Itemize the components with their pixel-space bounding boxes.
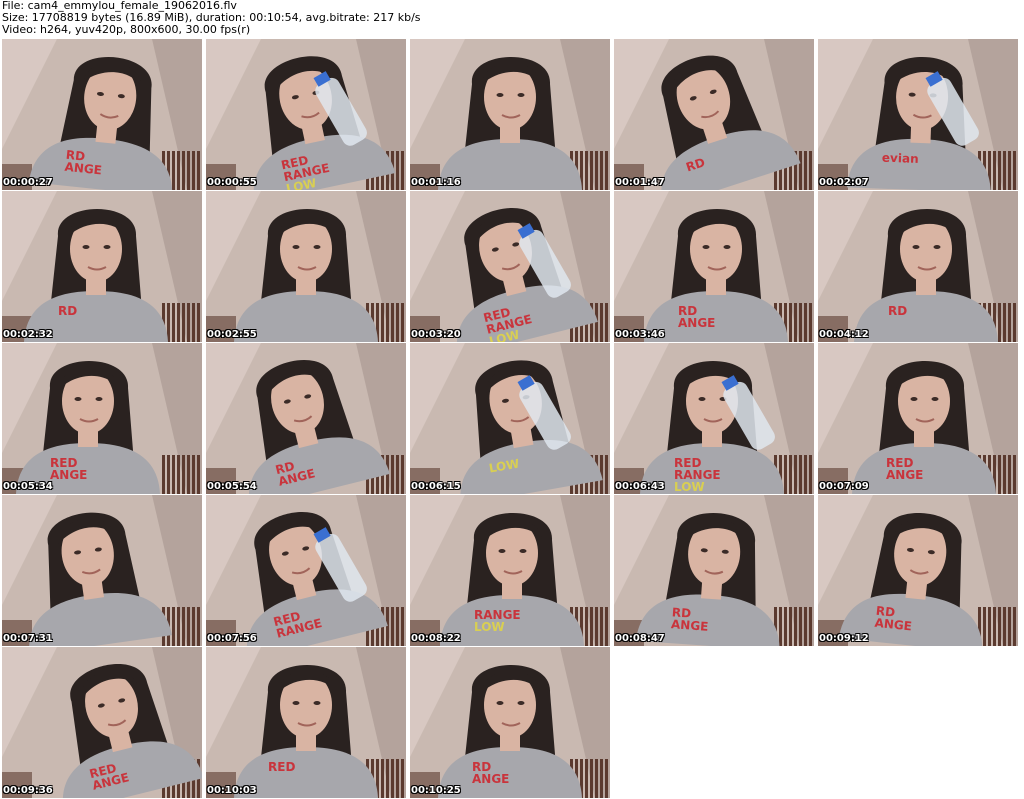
frame-timestamp: 00:07:56 — [207, 633, 257, 644]
frame-timestamp: 00:01:47 — [615, 177, 665, 188]
svg-text:ANGE: ANGE — [886, 468, 923, 482]
frame-image — [206, 191, 406, 342]
thumbnail-grid: RD ANGE 00:00:27 RED RANGE LOW 00:00:55 00:01:1… — [2, 39, 1022, 799]
frame-image: REDANGE — [818, 343, 1018, 494]
frame-image: RED — [206, 647, 406, 798]
frame-timestamp: 00:03:46 — [615, 329, 665, 340]
frame-image: RD — [818, 191, 1018, 342]
frame-timestamp: 00:10:03 — [207, 785, 257, 796]
frame-timestamp: 00:09:12 — [819, 633, 869, 644]
video-frame-thumbnail: RED 00:10:03 — [206, 647, 406, 798]
video-frame-thumbnail: evian 00:02:07 — [818, 39, 1018, 190]
frame-timestamp: 00:01:16 — [411, 177, 461, 188]
video-frame-thumbnail: RD ANGE 00:09:12 — [818, 495, 1018, 646]
frame-image — [2, 495, 202, 646]
frame-timestamp: 00:02:55 — [207, 329, 257, 340]
frame-timestamp: 00:02:32 — [3, 329, 53, 340]
video-frame-thumbnail: RED RANGE LOW 00:06:43 — [614, 343, 814, 494]
frame-image: REDANGE — [2, 343, 202, 494]
frame-timestamp: 00:10:25 — [411, 785, 461, 796]
frame-timestamp: 00:08:47 — [615, 633, 665, 644]
svg-text:RD: RD — [58, 304, 77, 318]
svg-text:ANGE: ANGE — [671, 617, 709, 634]
frame-image — [410, 39, 610, 190]
frame-image: RD — [614, 39, 814, 190]
video-frame-thumbnail: 00:02:55 — [206, 191, 406, 342]
frame-image: RANGELOW — [410, 495, 610, 646]
shirt-print: RD — [58, 304, 77, 318]
video-frame-thumbnail: RD ANGE 00:10:25 — [410, 647, 610, 798]
frame-image: RDANGE — [614, 191, 814, 342]
video-frame-thumbnail: 00:01:16 — [410, 39, 610, 190]
video-frame-thumbnail: RANGE LOW 00:08:22 — [410, 495, 610, 646]
svg-text:LOW: LOW — [474, 620, 505, 634]
frame-timestamp: 00:00:55 — [207, 177, 257, 188]
shirt-print: RD — [888, 304, 907, 318]
video-frame-thumbnail: RED ANGE 00:07:09 — [818, 343, 1018, 494]
frame-timestamp: 00:07:09 — [819, 481, 869, 492]
svg-text:evian: evian — [882, 151, 919, 166]
video-frame-thumbnail: RD 00:01:47 — [614, 39, 814, 190]
frame-timestamp: 00:09:36 — [3, 785, 53, 796]
svg-text:RED: RED — [268, 760, 295, 774]
video-frame-thumbnail: RD 00:04:12 — [818, 191, 1018, 342]
frame-image: REDRANGELOW — [410, 191, 610, 342]
video-frame-thumbnail: RD ANGE 00:00:27 — [2, 39, 202, 190]
frame-timestamp: 00:03:20 — [411, 329, 461, 340]
frame-image: RDANGE — [2, 39, 202, 190]
video-frame-thumbnail: RED ANGE 00:05:34 — [2, 343, 202, 494]
video-frame-thumbnail: LOW 00:06:15 — [410, 343, 610, 494]
frame-image: evian — [818, 39, 1018, 190]
file-info-header: File: cam4_emmylou_female_19062016.flv S… — [2, 0, 1022, 38]
frame-image: RDANGE — [410, 647, 610, 798]
video-frame-thumbnail: RED ANGE 00:09:36 — [2, 647, 202, 798]
video-frame-thumbnail: RD ANGE 00:05:54 — [206, 343, 406, 494]
video-info-line: Video: h264, yuv420p, 800x600, 30.00 fps… — [2, 23, 251, 37]
frame-timestamp: 00:00:27 — [3, 177, 53, 188]
video-frame-thumbnail: RED RANGE LOW 00:03:20 — [410, 191, 610, 342]
svg-text:ANGE: ANGE — [472, 772, 509, 786]
frame-image: RD — [2, 191, 202, 342]
frame-image: RDANGE — [818, 495, 1018, 646]
frame-timestamp: 00:06:15 — [411, 481, 461, 492]
frame-image: REDANGE — [2, 647, 202, 798]
video-frame-thumbnail: RD ANGE 00:08:47 — [614, 495, 814, 646]
video-frame-thumbnail: RD 00:02:32 — [2, 191, 202, 342]
video-frame-thumbnail: RD ANGE 00:03:46 — [614, 191, 814, 342]
video-frame-thumbnail: RED RANGE LOW 00:00:55 — [206, 39, 406, 190]
shirt-print: evian — [882, 151, 919, 166]
frame-timestamp: 00:07:31 — [3, 633, 53, 644]
frame-image: RDANGE — [206, 343, 406, 494]
frame-image: REDRANGE — [206, 495, 406, 646]
frame-timestamp: 00:05:54 — [207, 481, 257, 492]
frame-timestamp: 00:04:12 — [819, 329, 869, 340]
svg-text:LOW: LOW — [674, 480, 705, 494]
video-frame-thumbnail: 00:07:31 — [2, 495, 202, 646]
video-frame-thumbnail: RED RANGE 00:07:56 — [206, 495, 406, 646]
svg-text:RD: RD — [888, 304, 907, 318]
frame-image: LOW — [410, 343, 610, 494]
frame-timestamp: 00:02:07 — [819, 177, 869, 188]
frame-timestamp: 00:08:22 — [411, 633, 461, 644]
shirt-print: RED — [268, 760, 295, 774]
svg-text:ANGE: ANGE — [678, 316, 715, 330]
frame-timestamp: 00:06:43 — [615, 481, 665, 492]
svg-text:ANGE: ANGE — [50, 468, 87, 482]
frame-timestamp: 00:05:34 — [3, 481, 53, 492]
frame-image: REDRANGELOW — [614, 343, 814, 494]
frame-image: RDANGE — [614, 495, 814, 646]
frame-image: REDRANGELOW — [206, 39, 406, 190]
